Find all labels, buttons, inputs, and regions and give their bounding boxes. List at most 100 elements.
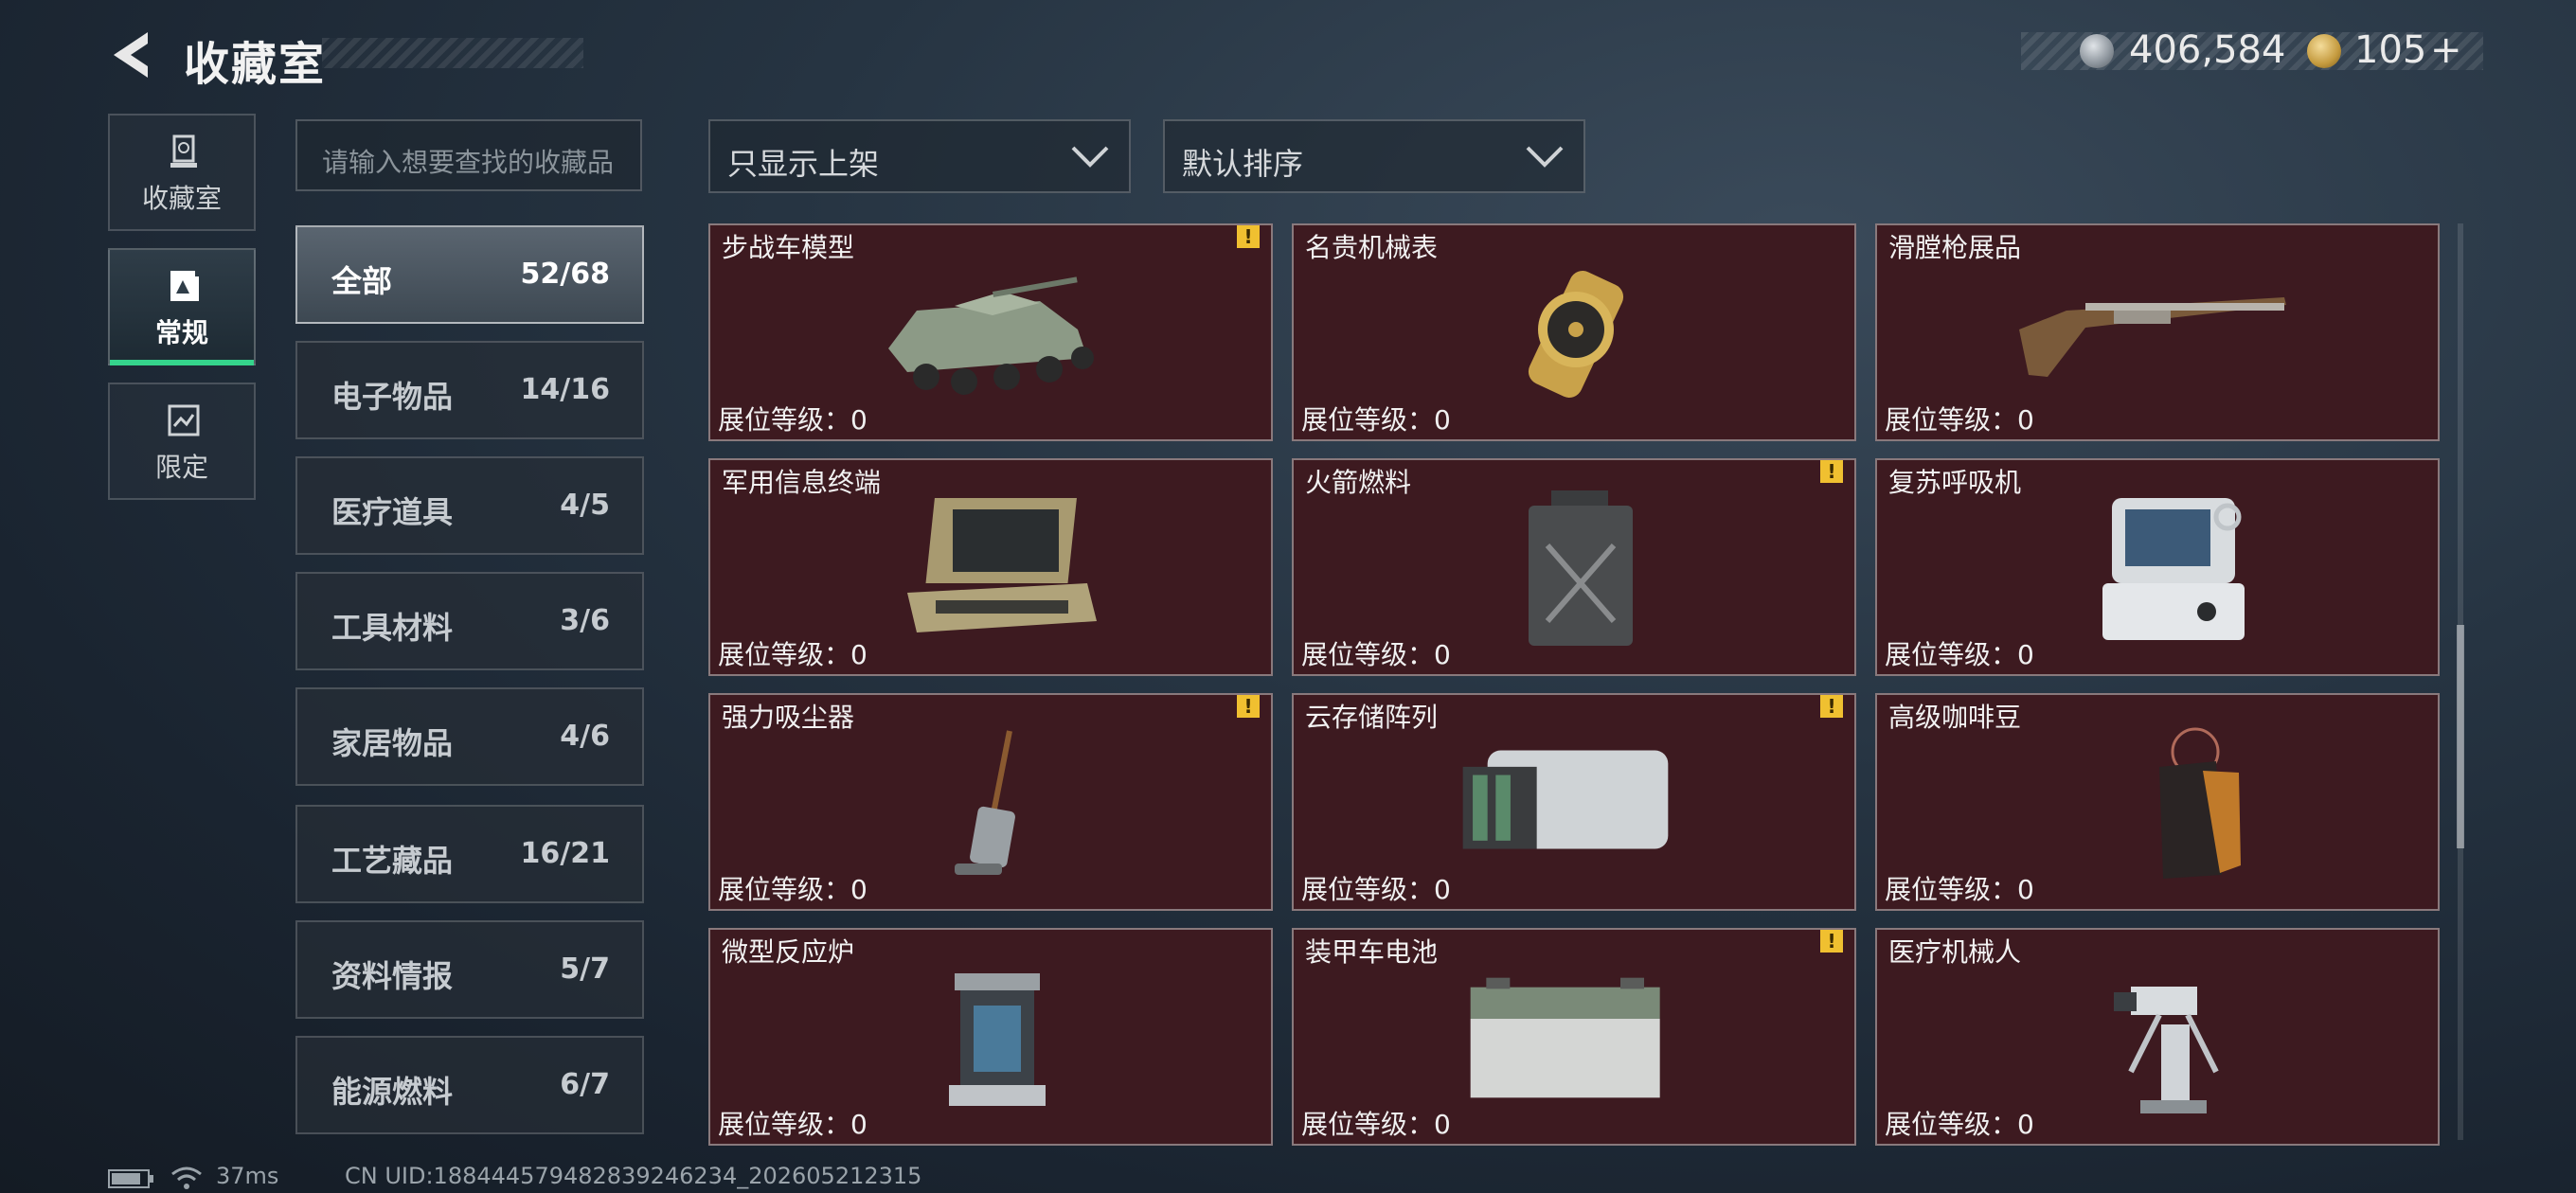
- chevron-down-icon: [1526, 146, 1564, 168]
- item-name: 医疗机械人: [1888, 936, 2022, 968]
- title-decoration: [322, 38, 583, 68]
- ventilator-icon: [2102, 498, 2245, 640]
- booth-level: 展位等级：0: [1885, 874, 2034, 905]
- booth-level: 展位等级：0: [1301, 404, 1451, 436]
- item-name: 名贵机械表: [1305, 232, 1439, 263]
- category-count: 4/5: [560, 489, 610, 522]
- alert-badge-icon: !: [1237, 225, 1260, 248]
- category-name: 电子物品: [331, 379, 454, 415]
- gold-amount: 105: [2354, 28, 2427, 72]
- alert-badge-icon: !: [1820, 460, 1843, 483]
- back-arrow-icon[interactable]: [106, 28, 159, 81]
- item-card[interactable]: 云存储阵列 ! 展位等级：0: [1292, 693, 1856, 911]
- tab-collection-room[interactable]: 收藏室: [108, 114, 256, 231]
- tab-label: 限定: [154, 452, 208, 483]
- item-name: 云存储阵列: [1305, 702, 1439, 733]
- shelf-filter-dropdown[interactable]: 只显示上架: [708, 119, 1131, 193]
- category-count: 4/6: [560, 720, 610, 753]
- alert-badge-icon: !: [1820, 930, 1843, 953]
- musket-icon: [2019, 297, 2286, 377]
- watch-icon: [1528, 271, 1624, 398]
- category-name: 工艺藏品: [331, 843, 454, 879]
- dropdown-value: 默认排序: [1182, 146, 1304, 182]
- category-count: 5/7: [560, 953, 610, 986]
- item-card[interactable]: 复苏呼吸机 展位等级：0: [1875, 458, 2440, 676]
- category-count: 52/68: [520, 258, 610, 291]
- search-input[interactable]: 请输入想要查找的收藏品: [295, 119, 642, 191]
- item-card[interactable]: 高级咖啡豆 展位等级：0: [1875, 693, 2440, 911]
- item-name: 步战车模型: [722, 232, 855, 263]
- item-card[interactable]: 强力吸尘器 ! 展位等级：0: [708, 693, 1273, 911]
- wifi-icon: [171, 1166, 202, 1189]
- category-electronics[interactable]: 电子物品 14/16: [295, 341, 644, 439]
- category-tools[interactable]: 工具材料 3/6: [295, 572, 644, 670]
- booth-level: 展位等级：0: [1301, 639, 1451, 670]
- category-household[interactable]: 家居物品 4/6: [295, 687, 644, 786]
- tab-label: 收藏室: [141, 183, 222, 214]
- booth-level: 展位等级：0: [718, 1109, 868, 1140]
- category-crafts[interactable]: 工艺藏品 16/21: [295, 805, 644, 903]
- item-name: 高级咖啡豆: [1888, 702, 2022, 733]
- category-all[interactable]: 全部 52/68: [295, 225, 644, 324]
- category-name: 家居物品: [331, 725, 454, 761]
- category-count: 14/16: [520, 373, 610, 406]
- item-name: 装甲车电池: [1305, 936, 1439, 968]
- category-medical[interactable]: 医疗道具 4/5: [295, 456, 644, 555]
- category-name: 全部: [331, 263, 393, 299]
- booth-level: 展位等级：0: [718, 874, 868, 905]
- add-gold-button[interactable]: +: [2430, 28, 2462, 72]
- item-card[interactable]: 微型反应炉 展位等级：0: [708, 928, 1273, 1146]
- item-card[interactable]: 火箭燃料 ! 展位等级：0: [1292, 458, 1856, 676]
- booth-level: 展位等级：0: [1885, 639, 2034, 670]
- page-title: 收藏室: [184, 38, 327, 91]
- booth-level: 展位等级：0: [1885, 1109, 2034, 1140]
- tab-limited[interactable]: 限定: [108, 383, 256, 500]
- category-intel[interactable]: 资料情报 5/7: [295, 920, 644, 1019]
- booth-level: 展位等级：0: [718, 639, 868, 670]
- trophy-icon: [170, 134, 197, 168]
- item-card[interactable]: 装甲车电池 ! 展位等级：0: [1292, 928, 1856, 1146]
- ping-text: 37ms: [216, 1163, 279, 1189]
- item-name: 复苏呼吸机: [1888, 467, 2022, 498]
- gallery-icon: [170, 271, 199, 301]
- tab-regular[interactable]: 常规: [108, 248, 256, 365]
- silver-amount: 406,584: [2129, 28, 2286, 72]
- vacuum-icon: [955, 730, 1015, 875]
- gold-coin-icon: [2307, 34, 2341, 68]
- item-card[interactable]: 军用信息终端 展位等级：0: [708, 458, 1273, 676]
- alert-badge-icon: !: [1237, 695, 1260, 718]
- storage-array-icon: [1462, 750, 1669, 849]
- category-count: 16/21: [520, 837, 610, 870]
- booth-level: 展位等级：0: [718, 404, 868, 436]
- scrollbar-thumb[interactable]: [2457, 625, 2464, 848]
- booth-level: 展位等级：0: [1301, 1109, 1451, 1140]
- uid-text: CN UID:18844457948283924623​4_2026052123…: [345, 1163, 922, 1189]
- booth-level: 展位等级：0: [1301, 874, 1451, 905]
- med-robot-icon: [2114, 987, 2219, 1113]
- limited-icon: [168, 404, 200, 436]
- reactor-icon: [949, 973, 1046, 1106]
- sort-dropdown[interactable]: 默认排序: [1163, 119, 1585, 193]
- coffee-bag-icon: [2159, 727, 2241, 879]
- category-count: 3/6: [560, 604, 610, 637]
- item-card[interactable]: 名贵机械表 展位等级：0: [1292, 223, 1856, 441]
- alert-badge-icon: !: [1820, 695, 1843, 718]
- category-name: 资料情报: [331, 958, 454, 994]
- tab-label: 常规: [154, 317, 208, 348]
- category-count: 6/7: [560, 1068, 610, 1101]
- chevron-down-icon: [1071, 146, 1109, 168]
- silver-coin-icon: [2080, 34, 2114, 68]
- category-name: 工具材料: [331, 610, 454, 646]
- dropdown-value: 只显示上架: [727, 146, 880, 182]
- item-card[interactable]: 滑膛枪展品 展位等级：0: [1875, 223, 2440, 441]
- battery-status-icon: [108, 1169, 153, 1188]
- category-energy[interactable]: 能源燃料 6/7: [295, 1036, 644, 1134]
- terminal-icon: [907, 498, 1097, 632]
- fuel-can-icon: [1529, 490, 1633, 646]
- item-card[interactable]: 步战车模型 ! 展位等级：0: [708, 223, 1273, 441]
- category-name: 能源燃料: [331, 1074, 454, 1110]
- category-name: 医疗道具: [331, 494, 454, 530]
- item-card[interactable]: 医疗机械人 展位等级：0: [1875, 928, 2440, 1146]
- booth-level: 展位等级：0: [1885, 404, 2034, 436]
- item-name: 火箭燃料: [1305, 467, 1412, 498]
